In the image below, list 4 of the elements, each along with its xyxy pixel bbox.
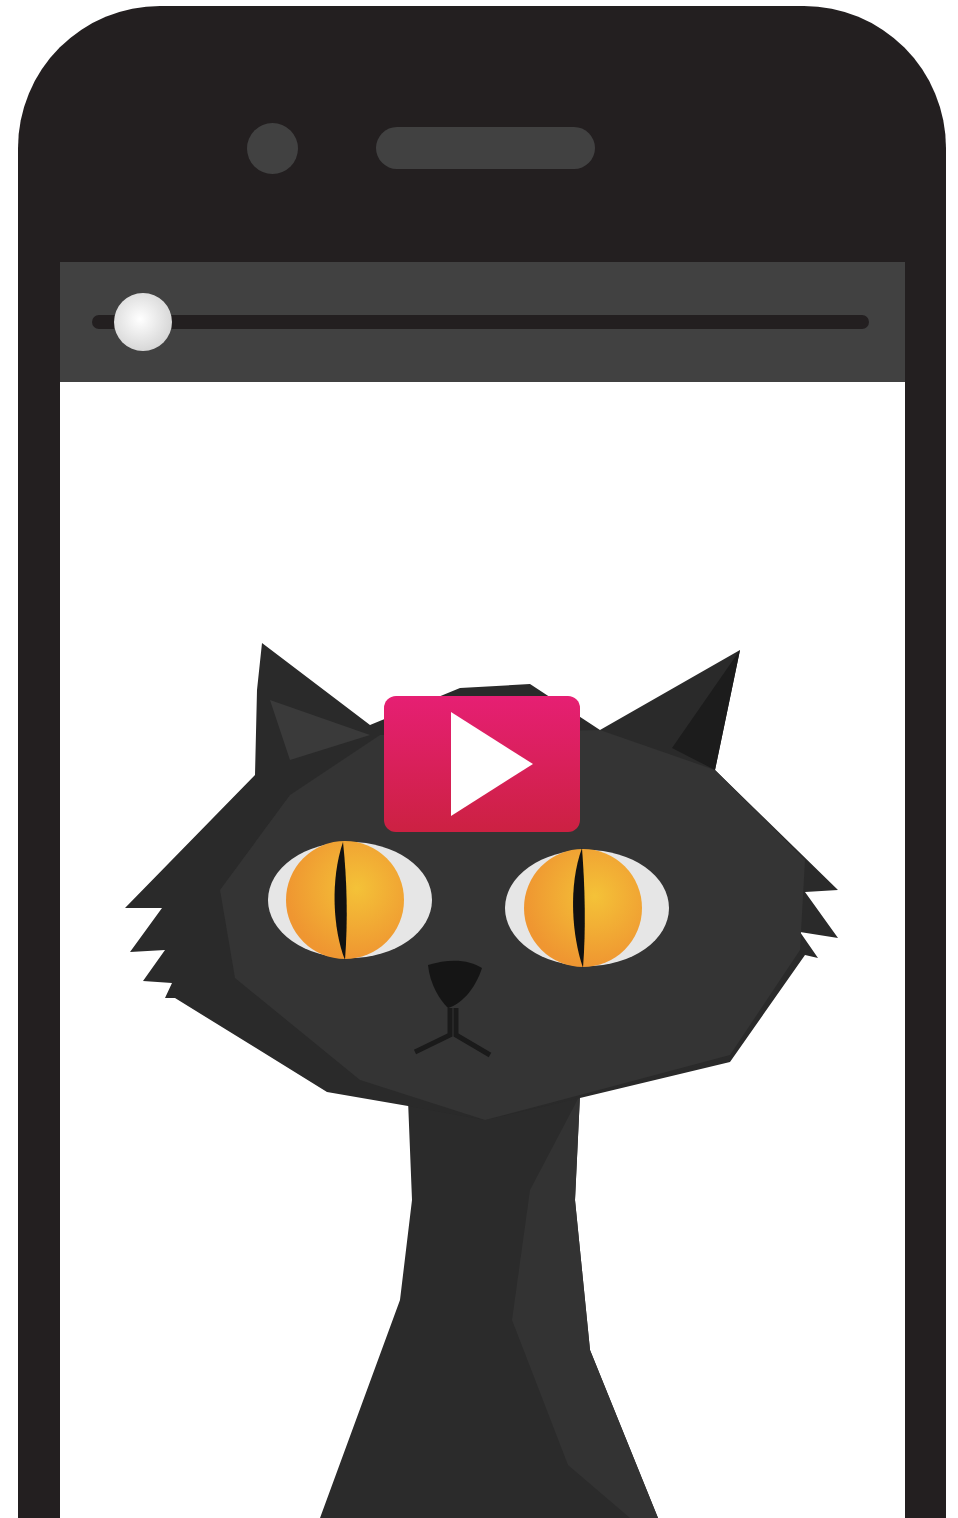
- progress-thumb[interactable]: [113, 293, 172, 351]
- play-button[interactable]: [384, 696, 580, 832]
- camera-icon: [247, 122, 298, 174]
- progress-track[interactable]: [92, 293, 869, 351]
